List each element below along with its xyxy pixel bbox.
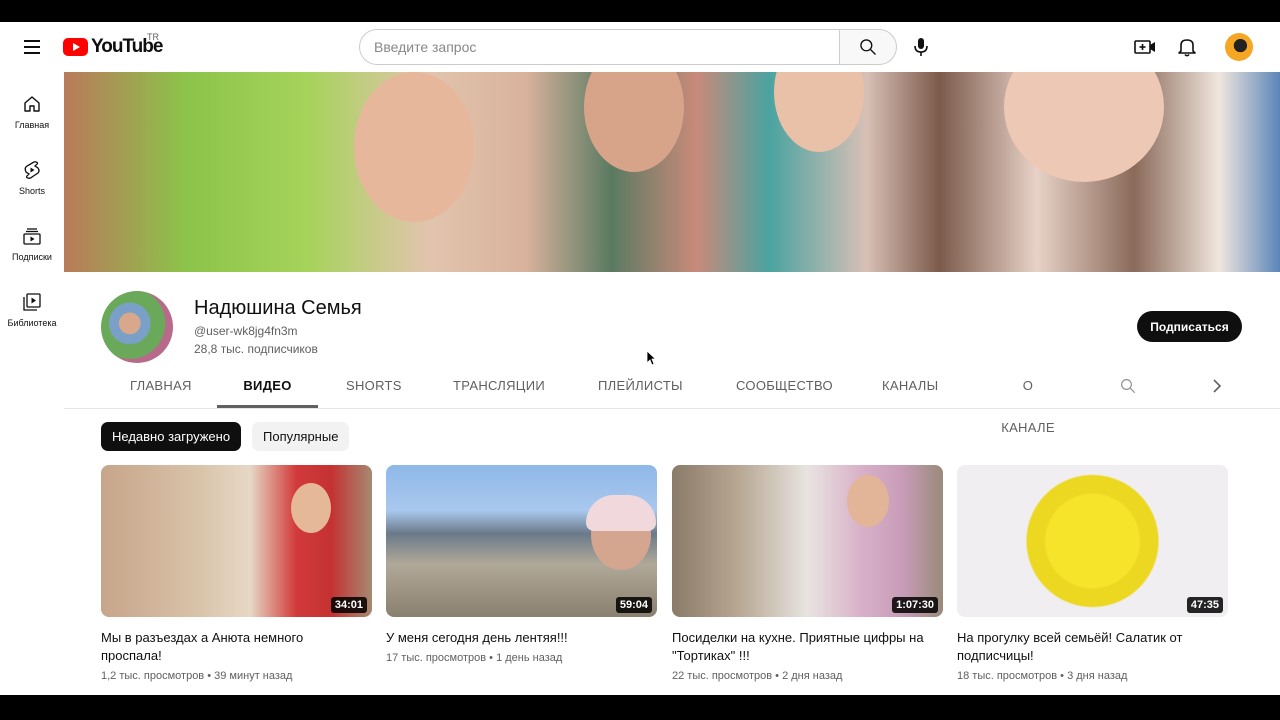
youtube-app: YouTube TR Введите запрос Главная Shorts… xyxy=(0,22,1280,695)
search-icon xyxy=(860,39,876,55)
video-title-line: "Тортиках" !!! xyxy=(672,648,750,663)
sidebar-item-label: Подписки xyxy=(12,252,52,262)
video-title-line: Посиделки на кухне. Приятные цифры на xyxy=(672,630,924,645)
video-card[interactable]: 34:01 Мы в разъездах а Анюта немного про… xyxy=(101,465,372,695)
thumbnail-face xyxy=(847,475,889,527)
video-thumbnail[interactable]: 34:01 xyxy=(101,465,372,617)
tab-channels[interactable]: КАНАЛЫ xyxy=(882,365,938,407)
top-bar: YouTube TR xyxy=(0,22,1280,72)
tab-community[interactable]: СООБЩЕСТВО xyxy=(736,365,833,407)
chevron-right-icon[interactable] xyxy=(1210,378,1224,394)
video-views: 22 тыс. просмотров xyxy=(672,670,773,682)
channel-avatar[interactable] xyxy=(101,291,173,363)
video-card[interactable]: 1:07:30 Посиделки на кухне. Приятные циф… xyxy=(672,465,943,695)
sidebar-item-label: Shorts xyxy=(18,186,45,196)
tab-shorts[interactable]: SHORTS xyxy=(346,365,401,407)
banner-face-3 xyxy=(774,72,864,152)
video-views: 17 тыс. просмотров xyxy=(386,652,487,664)
video-title[interactable]: На прогулку всей семьёй! Салатик от подп… xyxy=(957,629,1228,665)
video-duration: 34:01 xyxy=(330,597,367,613)
tab-home[interactable]: ГЛАВНАЯ xyxy=(130,365,191,407)
youtube-play-icon xyxy=(63,38,88,56)
home-icon xyxy=(24,96,40,112)
subscriber-count: 28,8 тыс. подписчиков xyxy=(194,342,318,356)
video-card[interactable]: 47:35 На прогулку всей семьёй! Салатик о… xyxy=(957,465,1228,695)
channel-tabs: ГЛАВНАЯ ВИДЕО SHORTS ТРАНСЛЯЦИИ ПЛЕЙЛИСТ… xyxy=(64,365,1280,435)
sidebar-item-subscriptions[interactable]: Подписки xyxy=(0,218,64,278)
chip-recently-uploaded[interactable]: Недавно загружено xyxy=(101,422,242,451)
channel-name: Надюшина Семья xyxy=(194,297,362,319)
account-avatar[interactable] xyxy=(1225,33,1253,61)
mouse-cursor-icon xyxy=(646,350,656,366)
video-thumbnail[interactable]: 59:04 xyxy=(386,465,657,617)
video-meta: 1,2 тыс. просмотров • 39 минут назад xyxy=(101,670,293,682)
video-title-line: проспала! xyxy=(101,648,162,663)
sidebar-item-label: Главная xyxy=(14,120,50,130)
video-title-line: подписчицы! xyxy=(957,648,1034,663)
voice-search-button[interactable] xyxy=(903,29,939,65)
sidebar-item-library[interactable]: Библиотека xyxy=(0,284,64,344)
video-duration: 1:07:30 xyxy=(892,597,938,613)
video-age: 2 дня назад xyxy=(782,670,843,682)
channel-handle: @user-wk8jg4fn3m xyxy=(194,324,298,338)
mini-guide-sidebar: Главная Shorts Подписки Библиотека xyxy=(0,72,64,695)
chip-popular[interactable]: Популярные xyxy=(252,422,350,451)
notifications-button[interactable] xyxy=(1169,29,1205,65)
search-bar xyxy=(359,29,897,65)
video-card[interactable]: 59:04 У меня сегодня день лентяя!!! 17 т… xyxy=(386,465,657,695)
banner-face-2 xyxy=(584,72,684,172)
video-age: 39 минут назад xyxy=(214,670,293,682)
create-button[interactable] xyxy=(1127,29,1163,65)
shorts-icon xyxy=(24,161,40,179)
thumbnail-hat xyxy=(586,495,656,531)
channel-banner xyxy=(64,72,1280,272)
tab-playlists[interactable]: ПЛЕЙЛИСТЫ xyxy=(598,365,683,407)
subscriptions-icon xyxy=(23,228,41,245)
sidebar-item-shorts[interactable]: Shorts xyxy=(0,152,64,212)
video-title-line: Мы в разъездах а Анюта немного xyxy=(101,630,304,645)
video-thumbnail[interactable]: 1:07:30 xyxy=(672,465,943,617)
banner-face-1 xyxy=(354,72,474,222)
tab-about[interactable]: О КАНАЛЕ xyxy=(995,365,1061,435)
menu-icon[interactable] xyxy=(18,34,46,60)
video-duration: 47:35 xyxy=(1186,597,1223,613)
video-meta: 17 тыс. просмотров • 1 день назад xyxy=(386,652,563,664)
video-title-line: У меня сегодня день лентяя!!! xyxy=(386,630,568,645)
sidebar-item-home[interactable]: Главная xyxy=(0,86,64,146)
subscribe-button[interactable]: Подписаться xyxy=(1137,311,1242,342)
video-meta: 22 тыс. просмотров • 2 дня назад xyxy=(672,670,843,682)
video-thumbnail[interactable]: 47:35 xyxy=(957,465,1228,617)
bell-icon xyxy=(1178,39,1196,57)
video-age: 1 день назад xyxy=(496,652,563,664)
banner-face-4 xyxy=(1004,72,1164,182)
video-title[interactable]: У меня сегодня день лентяя!!! xyxy=(386,629,657,647)
thumbnail-face xyxy=(291,483,331,533)
video-meta: 18 тыс. просмотров • 3 дня назад xyxy=(957,670,1128,682)
search-input[interactable] xyxy=(359,29,854,65)
video-title[interactable]: Посиделки на кухне. Приятные цифры на "Т… xyxy=(672,629,943,665)
tab-videos[interactable]: ВИДЕО xyxy=(217,365,318,408)
logo-country-code: TR xyxy=(147,32,159,42)
create-video-icon xyxy=(1134,40,1155,54)
microphone-icon xyxy=(914,38,928,56)
video-title[interactable]: Мы в разъездах а Анюта немного проспала! xyxy=(101,629,372,665)
video-duration: 59:04 xyxy=(615,597,652,613)
youtube-logo[interactable]: YouTube TR xyxy=(63,32,163,58)
video-age: 3 дня назад xyxy=(1067,670,1128,682)
tab-live[interactable]: ТРАНСЛЯЦИИ xyxy=(453,365,545,407)
video-views: 1,2 тыс. просмотров xyxy=(101,670,205,682)
sidebar-item-label: Библиотека xyxy=(7,318,57,328)
video-views: 18 тыс. просмотров xyxy=(957,670,1058,682)
channel-search-icon[interactable] xyxy=(1119,377,1137,395)
search-button[interactable] xyxy=(839,29,897,65)
library-icon xyxy=(23,293,41,311)
video-title-line: На прогулку всей семьёй! Салатик от xyxy=(957,630,1183,645)
